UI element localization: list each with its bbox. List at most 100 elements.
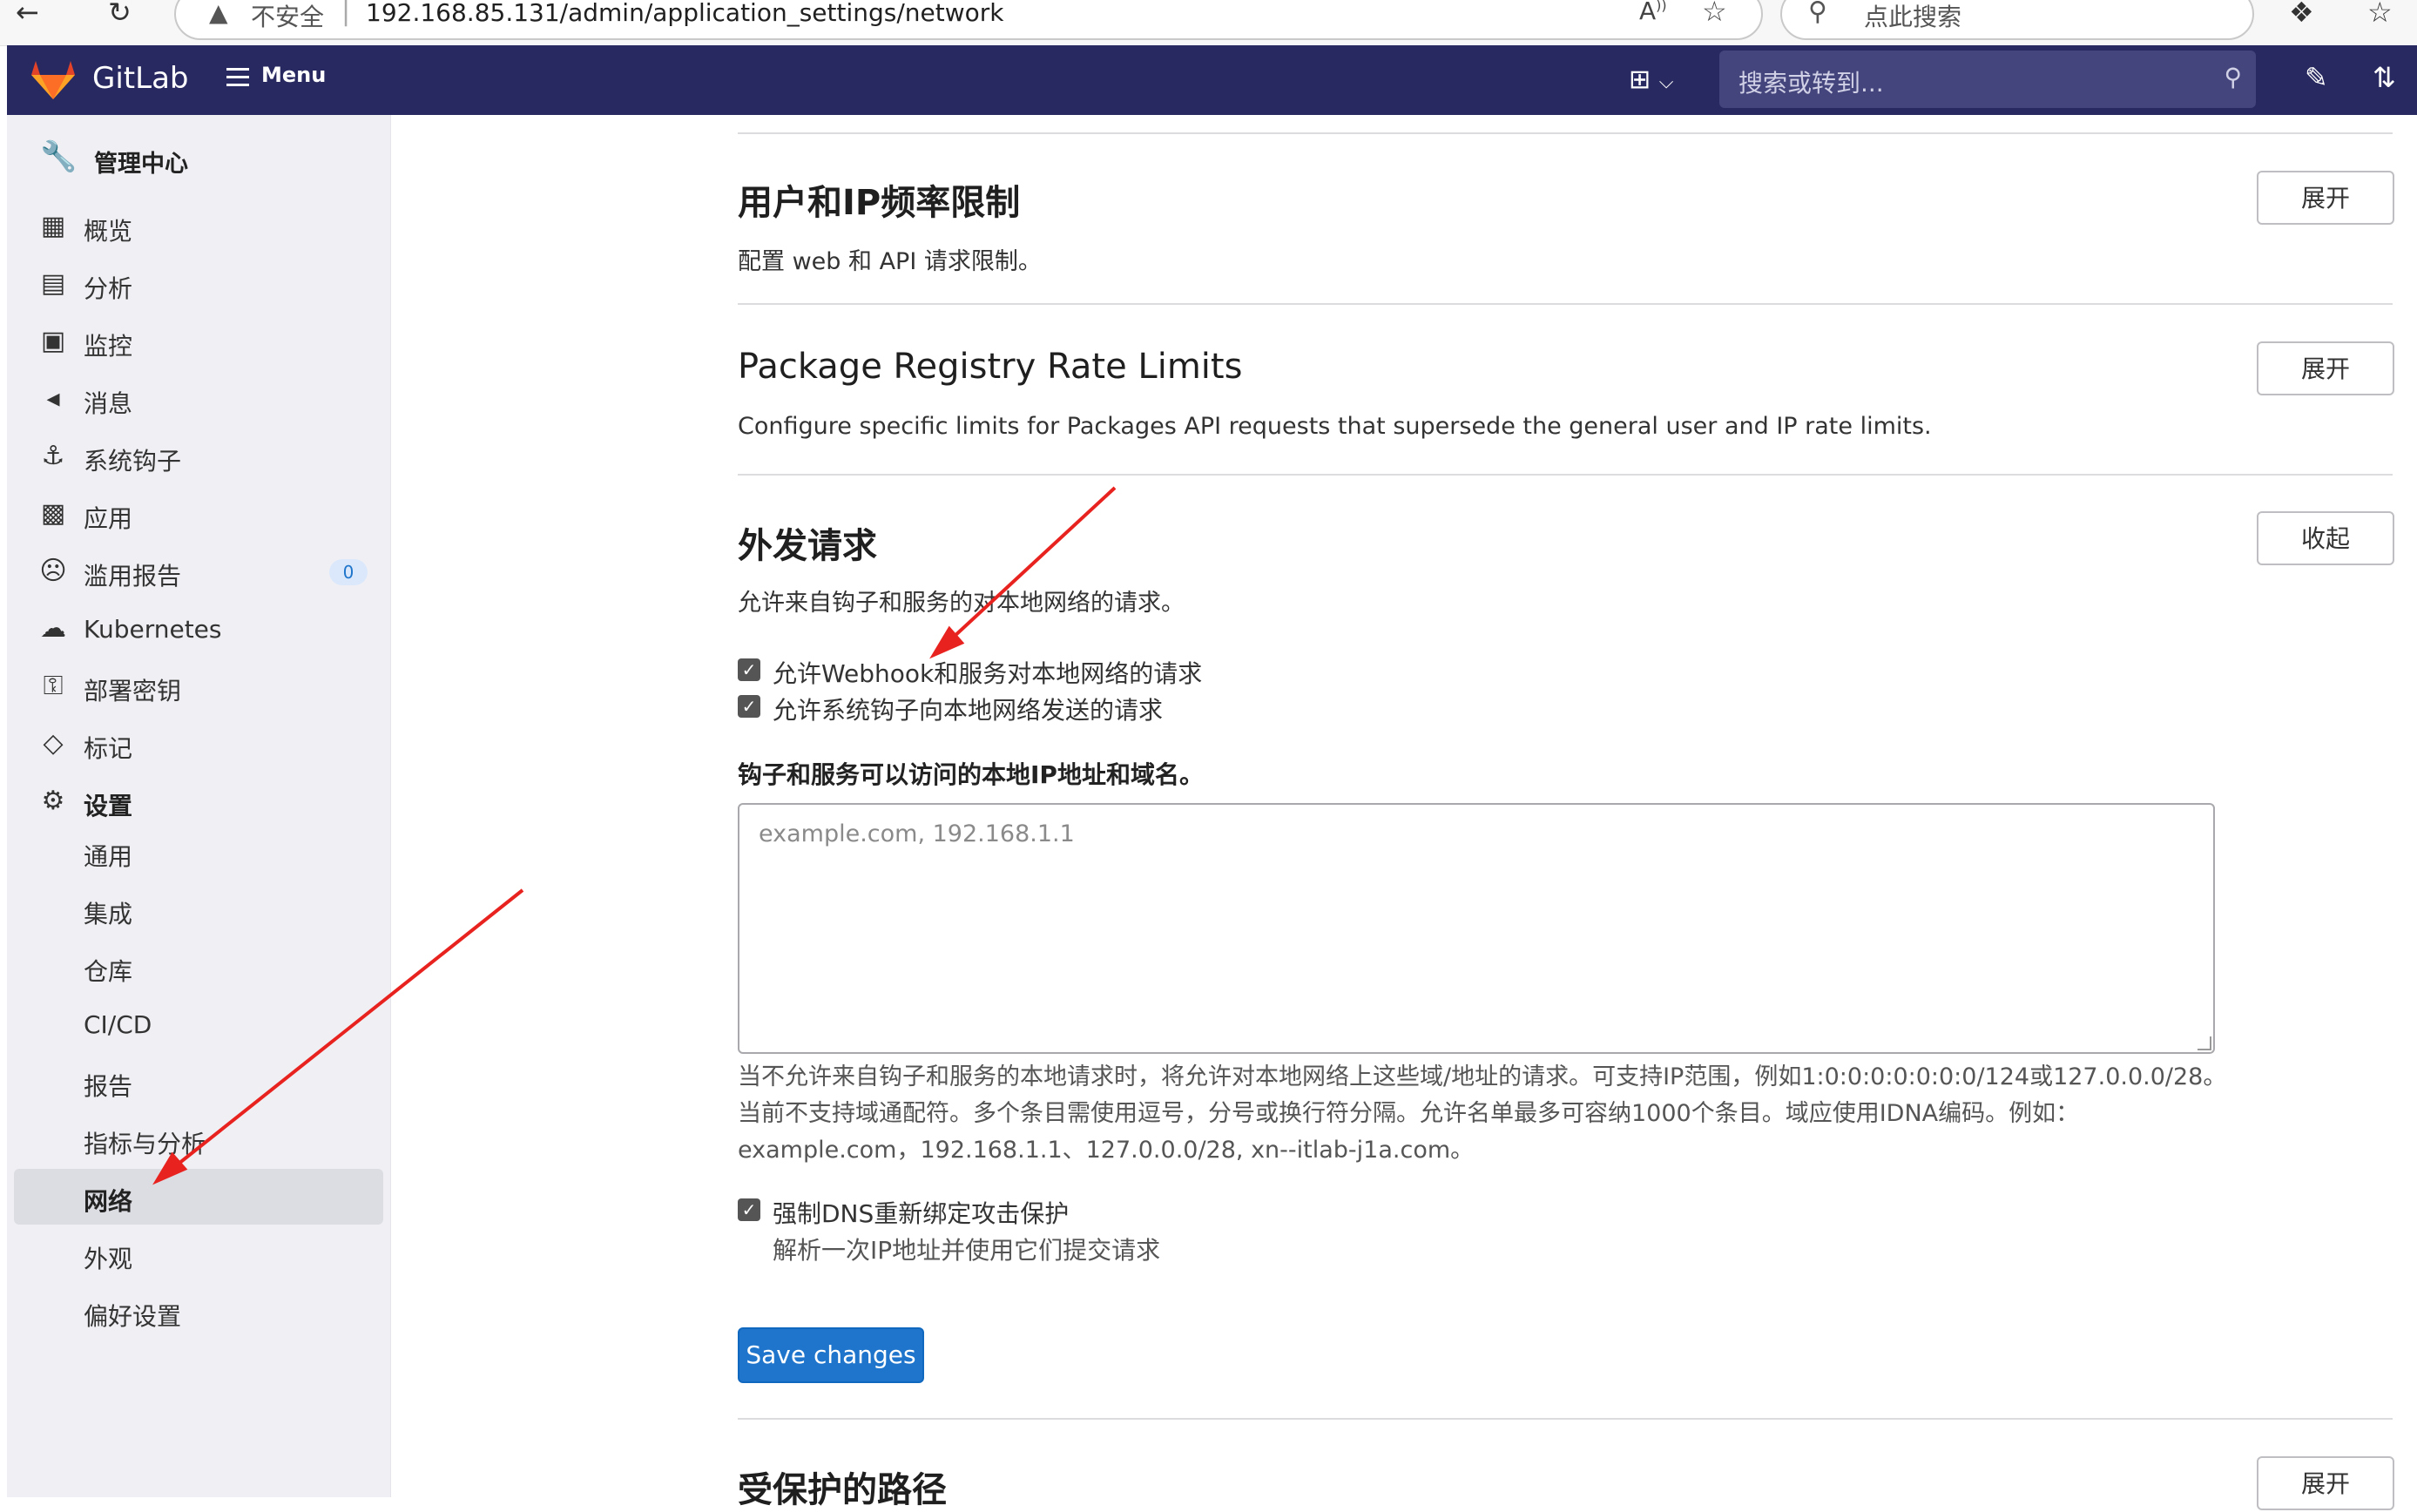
sidebar-item-deploy-keys[interactable]: ⚿ 部署密钥 xyxy=(14,658,383,714)
url-text[interactable]: 192.168.85.131/admin/application_setting… xyxy=(366,0,1004,27)
section-title-protected-paths: 受保护的路径 xyxy=(738,1470,947,1510)
favorites-icon[interactable]: ☆ xyxy=(2367,0,2393,28)
sidebar-item-label: 监控 xyxy=(84,332,133,361)
sidebar-item-label: 滥用报告 xyxy=(84,562,182,591)
browser-search-box[interactable]: ⚲ 点此搜索 xyxy=(1780,0,2254,40)
sidebar-title: 管理中心 xyxy=(94,151,188,178)
expand-button-protected-paths[interactable]: 展开 xyxy=(2257,1456,2394,1510)
section-title-outbound: 外发请求 xyxy=(738,526,877,566)
section-divider xyxy=(738,132,2393,134)
sidebar-item-labels[interactable]: ◇ 标记 xyxy=(14,716,383,772)
read-aloud-icon[interactable]: A)) xyxy=(1639,0,1667,25)
sidebar-item-label: 设置 xyxy=(84,792,133,820)
sidebar-item-messages[interactable]: ◂ 消息 xyxy=(14,371,383,427)
section-divider xyxy=(738,474,2393,476)
sidebar-item-label: 系统钩子 xyxy=(84,447,182,476)
browser-toolbar: ← ↻ ▲ 不安全 | 192.168.85.131/admin/applica… xyxy=(0,0,2417,46)
checkbox-checked-icon[interactable]: ✓ xyxy=(738,695,760,718)
sidebar-sub-preferences[interactable]: 偏好设置 xyxy=(14,1284,383,1340)
sidebar-item-overview[interactable]: ▦ 概览 xyxy=(14,199,383,254)
anchor-icon: ⚓ xyxy=(41,441,65,471)
checkbox-checked-icon[interactable]: ✓ xyxy=(738,1198,760,1221)
gitlab-tanuki-icon[interactable] xyxy=(31,59,75,99)
checkbox-checked-icon[interactable]: ✓ xyxy=(738,658,760,681)
sidebar-item-label: 应用 xyxy=(84,504,133,533)
admin-sidebar: 🔧 管理中心 ▦ 概览 ▤ 分析 ▣ 监控 ◂ 消息 ⚓ 系统钩子 ▩ 应用 ☹… xyxy=(7,115,391,1497)
settings-content: 用户和IP频率限制 配置 web 和 API 请求限制。 展开 Package … xyxy=(392,115,2417,1510)
sidebar-sub-label: 指标与分析 xyxy=(84,1130,206,1158)
section-desc-package-registry: Configure specific limits for Packages A… xyxy=(738,413,1932,440)
todo-icon[interactable]: ✎ xyxy=(2305,61,2328,94)
sidebar-item-settings[interactable]: ⚙ 设置 xyxy=(14,773,383,829)
merge-request-icon[interactable]: ⇅ xyxy=(2373,61,2396,94)
monitor-icon: ▣ xyxy=(40,326,66,356)
search-icon: ⚲ xyxy=(1808,0,1827,27)
sidebar-sub-network[interactable]: 网络 xyxy=(14,1169,383,1225)
key-icon: ⚿ xyxy=(43,671,64,701)
sidebar-sub-appearance[interactable]: 外观 xyxy=(14,1226,383,1282)
read-aloud-label: A xyxy=(1639,0,1657,25)
search-icon: ⚲ xyxy=(2224,63,2242,91)
applications-icon: ▩ xyxy=(40,498,66,529)
new-item-dropdown[interactable]: ⊞ ⌵ xyxy=(1629,64,1673,95)
overview-grid-icon: ▦ xyxy=(40,211,66,241)
section-divider xyxy=(738,303,2393,305)
label-tag-icon: ◇ xyxy=(43,728,64,759)
expand-button-package-registry[interactable]: 展开 xyxy=(2257,341,2394,395)
count-badge: 0 xyxy=(329,559,368,585)
sidebar-item-kubernetes[interactable]: ☁ Kubernetes xyxy=(14,601,383,657)
allowlist-help-line-3: example.com，192.168.1.1、127.0.0.0/28, xn… xyxy=(738,1137,1475,1164)
save-changes-button[interactable]: Save changes xyxy=(738,1327,924,1383)
address-bar[interactable]: ▲ 不安全 | 192.168.85.131/admin/application… xyxy=(174,0,1763,40)
sidebar-sub-label: 外观 xyxy=(84,1245,133,1273)
brand-name[interactable]: GitLab xyxy=(92,61,188,96)
sidebar-item-applications[interactable]: ▩ 应用 xyxy=(14,486,383,542)
sidebar-item-label: Kubernetes xyxy=(84,615,222,644)
resize-handle[interactable] xyxy=(2198,1036,2211,1050)
sidebar-sub-metrics[interactable]: 指标与分析 xyxy=(14,1111,383,1167)
sidebar-sub-reporting[interactable]: 报告 xyxy=(14,1054,383,1110)
sidebar-sub-label: 网络 xyxy=(84,1187,133,1216)
sidebar-sub-repository[interactable]: 仓库 xyxy=(14,939,383,995)
allowlist-field-label: 钩子和服务可以访问的本地IP地址和域名。 xyxy=(738,760,1204,789)
section-title-package-registry: Package Registry Rate Limits xyxy=(738,347,1243,387)
gear-icon: ⚙ xyxy=(41,786,65,816)
sidebar-sub-general[interactable]: 通用 xyxy=(14,824,383,880)
plus-square-icon: ⊞ xyxy=(1629,64,1651,95)
top-navigation: GitLab Menu ⊞ ⌵ 搜索或转到... ⚲ ✎ ⇅ xyxy=(7,45,2417,115)
sidebar-sub-label: 报告 xyxy=(84,1072,133,1101)
collapse-button-outbound[interactable]: 收起 xyxy=(2257,511,2394,565)
warning-triangle-icon[interactable]: ▲ xyxy=(209,0,228,27)
allowlist-help-line-1: 当不允许来自钩子和服务的本地请求时，将允许对本地网络上这些域/地址的请求。可支持… xyxy=(738,1063,2227,1090)
reload-icon[interactable]: ↻ xyxy=(108,0,132,28)
sidebar-sub-cicd[interactable]: CI/CD xyxy=(14,996,383,1052)
address-separator: | xyxy=(341,0,351,27)
cloud-icon: ☁ xyxy=(40,613,66,644)
browser-search-placeholder: 点此搜索 xyxy=(1864,3,1962,31)
sidebar-item-system-hooks[interactable]: ⚓ 系统钩子 xyxy=(14,429,383,484)
menu-button[interactable]: Menu xyxy=(226,63,326,96)
back-arrow-icon[interactable]: ← xyxy=(16,0,39,28)
sidebar-sub-label: 通用 xyxy=(84,842,133,871)
star-icon[interactable]: ☆ xyxy=(1702,0,1727,28)
sidebar-item-abuse-reports[interactable]: ☹ 滥用报告 0 xyxy=(14,543,383,599)
chart-icon: ▤ xyxy=(40,268,66,299)
dns-rebinding-help: 解析一次IP地址并使用它们提交请求 xyxy=(773,1236,1161,1265)
local-allowlist-textarea[interactable]: example.com, 192.168.1.1 xyxy=(738,803,2215,1054)
section-divider xyxy=(738,1418,2393,1420)
sidebar-sub-integrations[interactable]: 集成 xyxy=(14,881,383,937)
sidebar-item-analytics[interactable]: ▤ 分析 xyxy=(14,256,383,312)
global-search[interactable]: 搜索或转到... ⚲ xyxy=(1719,51,2256,108)
sidebar-item-monitoring[interactable]: ▣ 监控 xyxy=(14,314,383,369)
security-label[interactable]: 不安全 xyxy=(251,0,324,33)
sidebar-item-label: 标记 xyxy=(84,734,133,763)
sidebar-sub-label: 偏好设置 xyxy=(84,1302,182,1331)
sidebar-header[interactable]: 🔧 管理中心 xyxy=(21,127,378,186)
checkbox-label: 强制DNS重新绑定攻击保护 xyxy=(773,1199,1070,1228)
wrench-icon: 🔧 xyxy=(40,139,78,174)
puzzle-icon[interactable]: ❖ xyxy=(2289,0,2314,28)
section-desc-user-ip-limits: 配置 web 和 API 请求限制。 xyxy=(738,248,1042,275)
section-title-user-ip-limits: 用户和IP频率限制 xyxy=(738,183,1021,223)
expand-button-user-ip-limits[interactable]: 展开 xyxy=(2257,171,2394,225)
checkbox-label: 允许系统钩子向本地网络发送的请求 xyxy=(773,696,1164,725)
